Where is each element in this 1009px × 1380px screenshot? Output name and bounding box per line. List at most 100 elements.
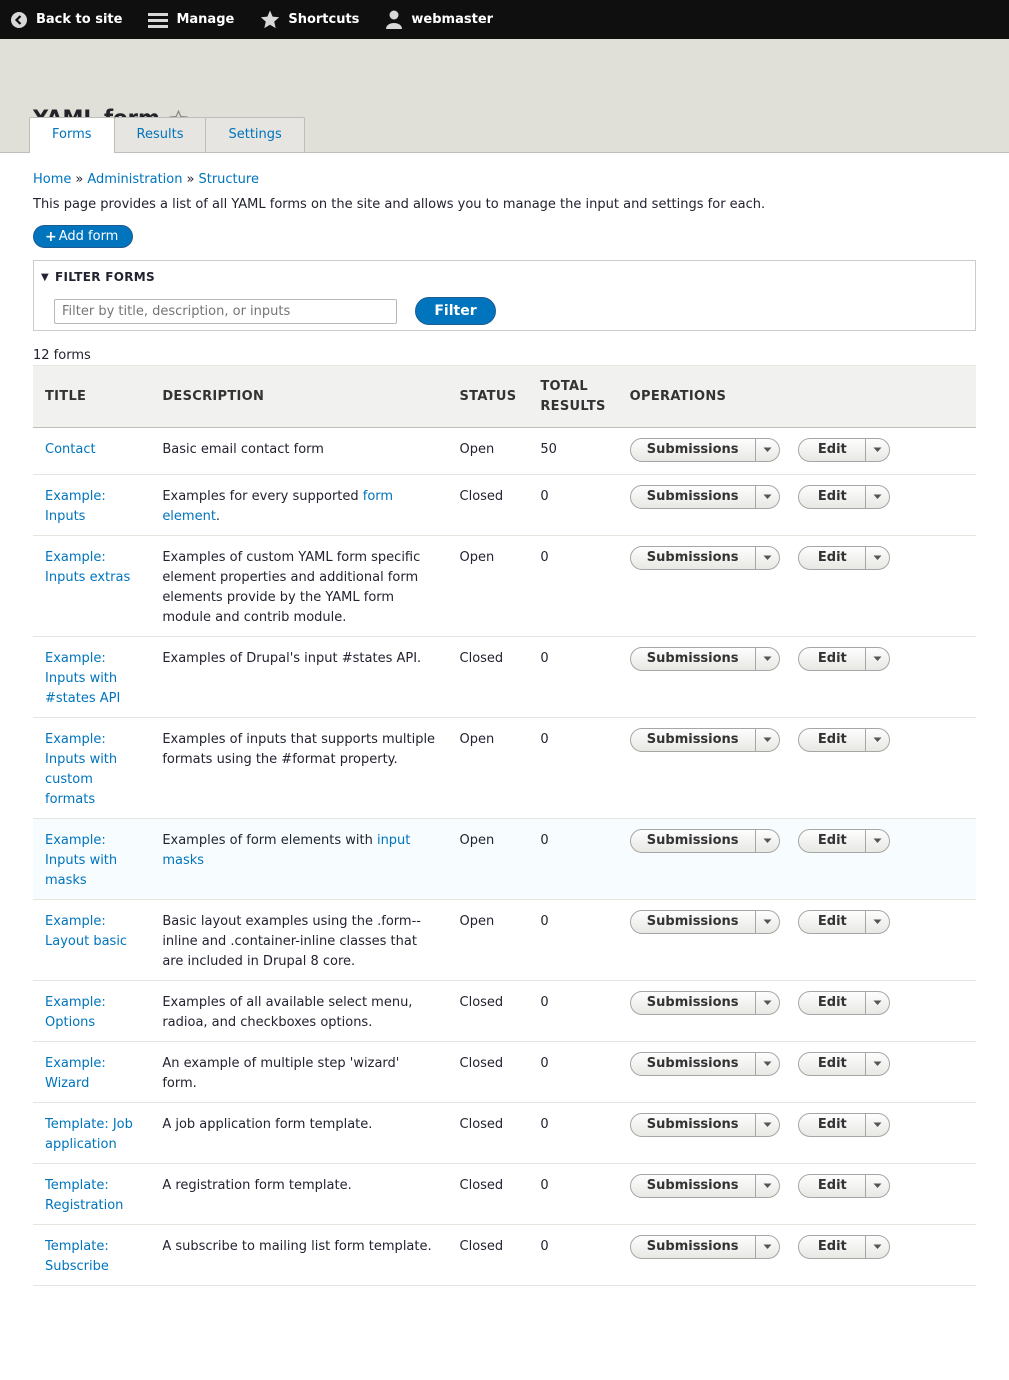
- submissions-toggle-arrow-icon[interactable]: [754, 648, 779, 670]
- tab-results[interactable]: Results: [113, 117, 207, 152]
- edit-toggle-arrow-icon[interactable]: [865, 1175, 889, 1197]
- edit-button[interactable]: Edit: [799, 992, 865, 1014]
- edit-button[interactable]: Edit: [799, 547, 865, 569]
- submissions-button[interactable]: Submissions: [631, 1114, 755, 1136]
- submissions-toggle-arrow-icon[interactable]: [754, 729, 779, 751]
- row-title-link[interactable]: Contact: [45, 442, 96, 457]
- row-submissions-cell: Submissions: [617, 1041, 799, 1103]
- edit-button[interactable]: Edit: [799, 648, 865, 670]
- add-form-button[interactable]: + Add form: [33, 225, 134, 248]
- row-title-link[interactable]: Example: Inputs: [45, 489, 106, 524]
- submissions-toggle-arrow-icon[interactable]: [754, 911, 779, 933]
- filter-forms-toggle[interactable]: ▼ FILTER FORMS: [41, 270, 155, 284]
- table-row: Example: Inputs Examples for every suppor…: [33, 474, 976, 536]
- manage-menu[interactable]: Manage: [148, 11, 234, 29]
- edit-toggle-arrow-icon[interactable]: [865, 992, 889, 1014]
- submissions-toggle-arrow-icon[interactable]: [754, 1053, 779, 1075]
- breadcrumb-structure[interactable]: Structure: [198, 172, 258, 187]
- edit-button[interactable]: Edit: [799, 1175, 865, 1197]
- row-edit-cell: Edit: [798, 474, 976, 536]
- filter-forms-legend: FILTER FORMS: [55, 270, 155, 284]
- breadcrumb-separator: »: [186, 172, 195, 187]
- submissions-button[interactable]: Submissions: [631, 911, 755, 933]
- row-title-link[interactable]: Example: Inputs with masks: [45, 833, 117, 888]
- edit-button[interactable]: Edit: [799, 911, 865, 933]
- submissions-dropbutton: Submissions: [629, 910, 780, 934]
- row-title-link[interactable]: Example: Layout basic: [45, 914, 127, 949]
- submissions-toggle-arrow-icon[interactable]: [754, 547, 779, 569]
- submissions-toggle-arrow-icon[interactable]: [754, 1114, 779, 1136]
- submissions-toggle-arrow-icon[interactable]: [754, 830, 779, 852]
- shortcuts-menu[interactable]: Shortcuts: [260, 10, 359, 29]
- table-header-row: TITLE DESCRIPTION STATUS TOTAL RESULTS O…: [33, 365, 976, 428]
- row-edit-cell: Edit: [798, 717, 976, 819]
- row-title-link[interactable]: Example: Inputs with custom formats: [45, 732, 117, 807]
- edit-toggle-arrow-icon[interactable]: [865, 1114, 889, 1136]
- back-to-site-link[interactable]: Back to site: [10, 11, 122, 29]
- edit-toggle-arrow-icon[interactable]: [865, 1236, 889, 1258]
- row-status: Open: [447, 427, 529, 475]
- edit-toggle-arrow-icon[interactable]: [865, 648, 889, 670]
- edit-button[interactable]: Edit: [799, 830, 865, 852]
- row-title-link[interactable]: Template: Subscribe: [45, 1239, 109, 1274]
- row-total-results: 0: [528, 899, 618, 981]
- row-status: Open: [447, 535, 529, 637]
- submissions-button[interactable]: Submissions: [631, 830, 755, 852]
- submissions-button[interactable]: Submissions: [631, 439, 755, 461]
- edit-button[interactable]: Edit: [799, 439, 865, 461]
- submissions-button[interactable]: Submissions: [631, 648, 755, 670]
- table-row: Example: Wizard An example of multiple st…: [33, 1041, 976, 1103]
- table-row: Template: Subscribe A subscribe to mailin…: [33, 1224, 976, 1286]
- edit-button[interactable]: Edit: [799, 1053, 865, 1075]
- submissions-button[interactable]: Submissions: [631, 729, 755, 751]
- edit-button[interactable]: Edit: [799, 729, 865, 751]
- edit-toggle-arrow-icon[interactable]: [865, 486, 889, 508]
- row-title-cell: Example: Inputs with masks: [33, 818, 151, 900]
- row-description-cell: Examples for every supported form elemen…: [150, 474, 448, 536]
- user-menu[interactable]: webmaster: [385, 10, 493, 29]
- edit-toggle-arrow-icon[interactable]: [865, 439, 889, 461]
- row-title-cell: Example: Inputs with #states API: [33, 636, 151, 718]
- row-title-link[interactable]: Template: Job application: [45, 1117, 133, 1152]
- submissions-button[interactable]: Submissions: [631, 1236, 755, 1258]
- row-title-link[interactable]: Example: Options: [45, 995, 106, 1030]
- row-title-link[interactable]: Example: Inputs extras: [45, 550, 130, 585]
- row-title-link[interactable]: Example: Inputs with #states API: [45, 651, 120, 706]
- submissions-toggle-arrow-icon[interactable]: [754, 1236, 779, 1258]
- submissions-toggle-arrow-icon[interactable]: [754, 1175, 779, 1197]
- filter-search-input[interactable]: [54, 299, 397, 324]
- tab-forms[interactable]: Forms: [29, 117, 115, 153]
- filter-button[interactable]: Filter: [415, 297, 496, 325]
- edit-toggle-arrow-icon[interactable]: [865, 830, 889, 852]
- row-total-results: 0: [528, 1224, 618, 1286]
- column-header-total-results: TOTAL RESULTS: [528, 365, 618, 428]
- submissions-toggle-arrow-icon[interactable]: [754, 486, 779, 508]
- hamburger-icon: [148, 11, 169, 29]
- submissions-toggle-arrow-icon[interactable]: [754, 439, 779, 461]
- row-title-cell: Example: Wizard: [33, 1041, 151, 1103]
- edit-button[interactable]: Edit: [799, 1236, 865, 1258]
- edit-button[interactable]: Edit: [799, 486, 865, 508]
- row-title-link[interactable]: Example: Wizard: [45, 1056, 106, 1091]
- edit-toggle-arrow-icon[interactable]: [865, 729, 889, 751]
- breadcrumb-home[interactable]: Home: [33, 172, 71, 187]
- submissions-button[interactable]: Submissions: [631, 1053, 755, 1075]
- edit-toggle-arrow-icon[interactable]: [865, 547, 889, 569]
- edit-button[interactable]: Edit: [799, 1114, 865, 1136]
- submissions-dropbutton: Submissions: [629, 1113, 780, 1137]
- edit-toggle-arrow-icon[interactable]: [865, 911, 889, 933]
- submissions-button[interactable]: Submissions: [631, 547, 755, 569]
- submissions-dropbutton: Submissions: [629, 1235, 780, 1259]
- breadcrumb-administration[interactable]: Administration: [87, 172, 182, 187]
- row-status: Closed: [447, 1224, 529, 1286]
- column-header-status: STATUS: [447, 365, 529, 428]
- tab-settings[interactable]: Settings: [205, 117, 305, 152]
- submissions-button[interactable]: Submissions: [631, 992, 755, 1014]
- edit-toggle-arrow-icon[interactable]: [865, 1053, 889, 1075]
- row-title-link[interactable]: Template: Registration: [45, 1178, 123, 1213]
- submissions-button[interactable]: Submissions: [631, 486, 755, 508]
- submissions-toggle-arrow-icon[interactable]: [754, 992, 779, 1014]
- row-total-results: 0: [528, 535, 618, 637]
- row-description-cell: Examples of all available select menu, r…: [150, 980, 448, 1042]
- submissions-button[interactable]: Submissions: [631, 1175, 755, 1197]
